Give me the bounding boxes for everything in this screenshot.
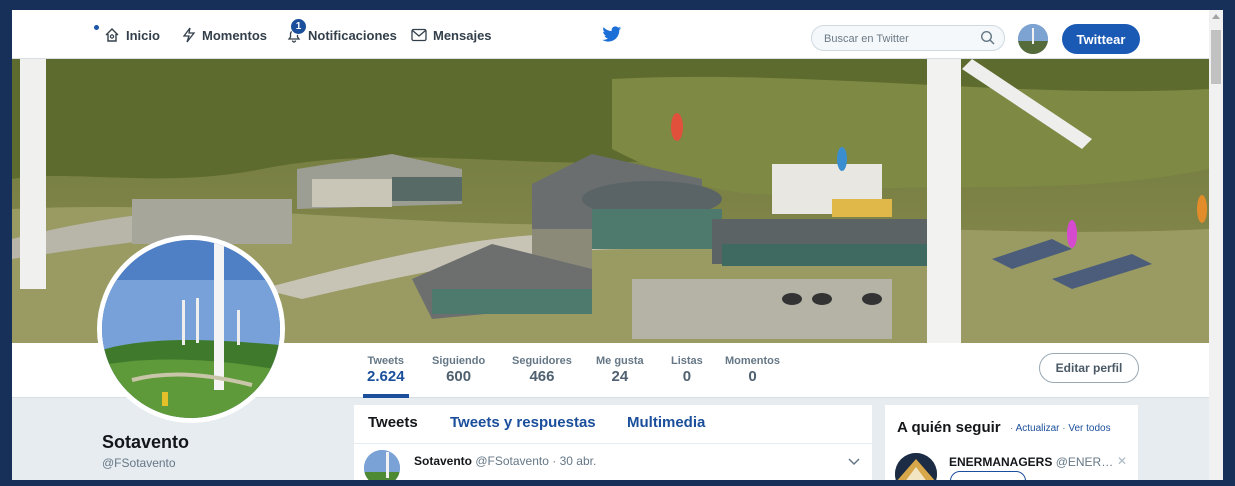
nav-moments[interactable]: Momentos bbox=[182, 24, 267, 46]
suggested-user-display-name[interactable]: ENERMANAGERS bbox=[949, 455, 1052, 469]
nav-messages[interactable]: Mensajes bbox=[411, 24, 492, 46]
timeline-tabs: Tweets Tweets y respuestas Multimedia bbox=[354, 405, 872, 444]
search-input[interactable] bbox=[822, 30, 976, 48]
bell-icon: 1 bbox=[286, 18, 307, 43]
suggested-user-name: ENERMANAGERS @ENER… bbox=[949, 455, 1113, 469]
refresh-link[interactable]: Actualizar bbox=[1016, 423, 1060, 434]
twitter-bird-icon[interactable] bbox=[602, 26, 622, 43]
home-icon bbox=[105, 28, 119, 42]
close-icon[interactable]: ✕ bbox=[1117, 454, 1127, 468]
tab-media[interactable]: Multimedia bbox=[627, 414, 705, 431]
stat-label: Seguidores bbox=[512, 355, 572, 367]
nav-notifications[interactable]: 1 Notificaciones bbox=[286, 18, 397, 46]
view-all-link[interactable]: Ver todos bbox=[1068, 423, 1110, 434]
stat-followers[interactable]: Seguidores 466 bbox=[512, 355, 572, 385]
browser-viewport: Inicio Momentos 1 Notificaciones Mensaje… bbox=[12, 10, 1223, 480]
who-to-follow-title: A quién seguir bbox=[897, 419, 1001, 436]
stat-likes[interactable]: Me gusta 24 bbox=[596, 355, 644, 385]
who-to-follow-links: · Actualizar · Ver todos bbox=[1010, 423, 1111, 434]
stat-label: Listas bbox=[671, 355, 703, 367]
timeline: Tweets Tweets y respuestas Multimedia So… bbox=[354, 405, 872, 480]
stat-tweets[interactable]: Tweets 2.624 bbox=[363, 355, 409, 398]
new-content-dot bbox=[94, 25, 99, 30]
scroll-thumb[interactable] bbox=[1211, 30, 1221, 84]
nav-moments-label: Momentos bbox=[202, 27, 267, 43]
suggested-user[interactable]: ENERMANAGERS @ENER… ✕ bbox=[895, 451, 1138, 480]
stat-value: 0 bbox=[748, 368, 757, 385]
stat-value: 466 bbox=[529, 368, 555, 385]
nav-home[interactable]: Inicio bbox=[104, 24, 160, 46]
stat-label: Siguiendo bbox=[432, 355, 486, 367]
stat-moments[interactable]: Momentos 0 bbox=[725, 355, 780, 385]
account-avatar[interactable] bbox=[1018, 24, 1048, 54]
profile-avatar[interactable] bbox=[97, 235, 285, 423]
stat-label: Tweets bbox=[367, 355, 405, 367]
lightning-icon bbox=[182, 27, 196, 43]
suggested-user-avatar[interactable] bbox=[895, 453, 937, 480]
edit-profile-button[interactable]: Editar perfil bbox=[1039, 353, 1139, 383]
envelope-icon bbox=[411, 28, 427, 42]
search-box[interactable] bbox=[811, 25, 1005, 51]
tab-tweets[interactable]: Tweets bbox=[368, 414, 418, 431]
stat-lists[interactable]: Listas 0 bbox=[671, 355, 703, 385]
search-icon[interactable] bbox=[980, 30, 996, 46]
tweet-date[interactable]: · 30 abr. bbox=[552, 454, 596, 468]
top-navigation: Inicio Momentos 1 Notificaciones Mensaje… bbox=[12, 10, 1209, 59]
scroll-up-arrow[interactable] bbox=[1212, 14, 1220, 19]
tweet-button[interactable]: Twittear bbox=[1062, 24, 1140, 54]
stat-value: 600 bbox=[446, 368, 472, 385]
nav-home-label: Inicio bbox=[126, 27, 160, 43]
stat-label: Me gusta bbox=[596, 355, 644, 367]
suggested-user-handle: @ENER… bbox=[1055, 455, 1114, 469]
who-to-follow-module: A quién seguir · Actualizar · Ver todos … bbox=[885, 405, 1138, 480]
page-scrollbar[interactable] bbox=[1209, 10, 1223, 480]
nav-notifications-label: Notificaciones bbox=[308, 27, 397, 43]
tweet-item[interactable]: Sotavento @FSotavento · 30 abr. bbox=[354, 444, 872, 480]
tweet-author-handle: @FSotavento bbox=[475, 454, 549, 468]
profile-name[interactable]: Sotavento bbox=[102, 432, 189, 453]
profile-handle: @FSotavento bbox=[102, 456, 176, 470]
stat-value: 2.624 bbox=[367, 368, 405, 385]
stat-following[interactable]: Siguiendo 600 bbox=[432, 355, 485, 385]
follow-button[interactable] bbox=[950, 471, 1026, 480]
chevron-down-icon[interactable] bbox=[848, 456, 860, 466]
stat-label: Momentos bbox=[725, 355, 780, 367]
tweet-header: Sotavento @FSotavento · 30 abr. bbox=[414, 454, 596, 468]
notification-count-badge: 1 bbox=[290, 18, 307, 35]
stat-value: 24 bbox=[611, 368, 629, 385]
tab-tweets-and-replies[interactable]: Tweets y respuestas bbox=[450, 414, 596, 431]
stat-value: 0 bbox=[682, 368, 692, 385]
tweet-author-name[interactable]: Sotavento bbox=[414, 454, 472, 468]
tweet-author-avatar[interactable] bbox=[364, 450, 400, 480]
nav-messages-label: Mensajes bbox=[433, 27, 492, 43]
